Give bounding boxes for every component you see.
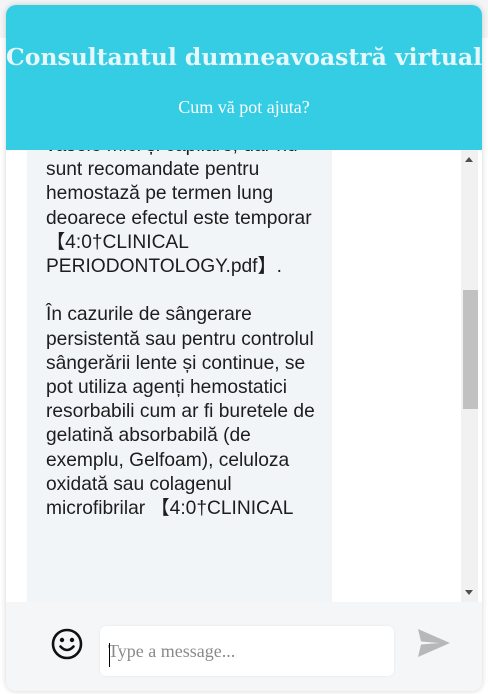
chat-header: Consultantul dumneavoastră virtual Cum v…	[6, 5, 482, 150]
paper-plane-send-icon	[418, 629, 450, 657]
smiley-face-icon	[51, 628, 83, 660]
chat-subtitle: Cum vă pot ajuta?	[178, 97, 310, 117]
chat-widget: Consultantul dumneavoastră virtual Cum v…	[6, 5, 482, 691]
messages-scrollbar[interactable]	[461, 150, 478, 602]
scroll-thumb[interactable]	[463, 290, 478, 409]
bot-message-text: vasele mici și capilare, dar nu sunt rec…	[46, 150, 315, 520]
text-caret	[109, 643, 110, 667]
bot-message-bubble: vasele mici și capilare, dar nu sunt rec…	[27, 150, 332, 602]
emoji-button[interactable]	[50, 627, 84, 661]
composer-bar	[6, 602, 482, 691]
send-button[interactable]	[417, 628, 451, 658]
scroll-up-arrow-icon[interactable]	[465, 157, 473, 162]
scroll-down-arrow-icon[interactable]	[465, 590, 473, 595]
messages-area[interactable]: vasele mici și capilare, dar nu sunt rec…	[6, 150, 482, 602]
message-input[interactable]	[100, 626, 394, 676]
chat-title: Consultantul dumneavoastră virtual	[6, 43, 482, 71]
